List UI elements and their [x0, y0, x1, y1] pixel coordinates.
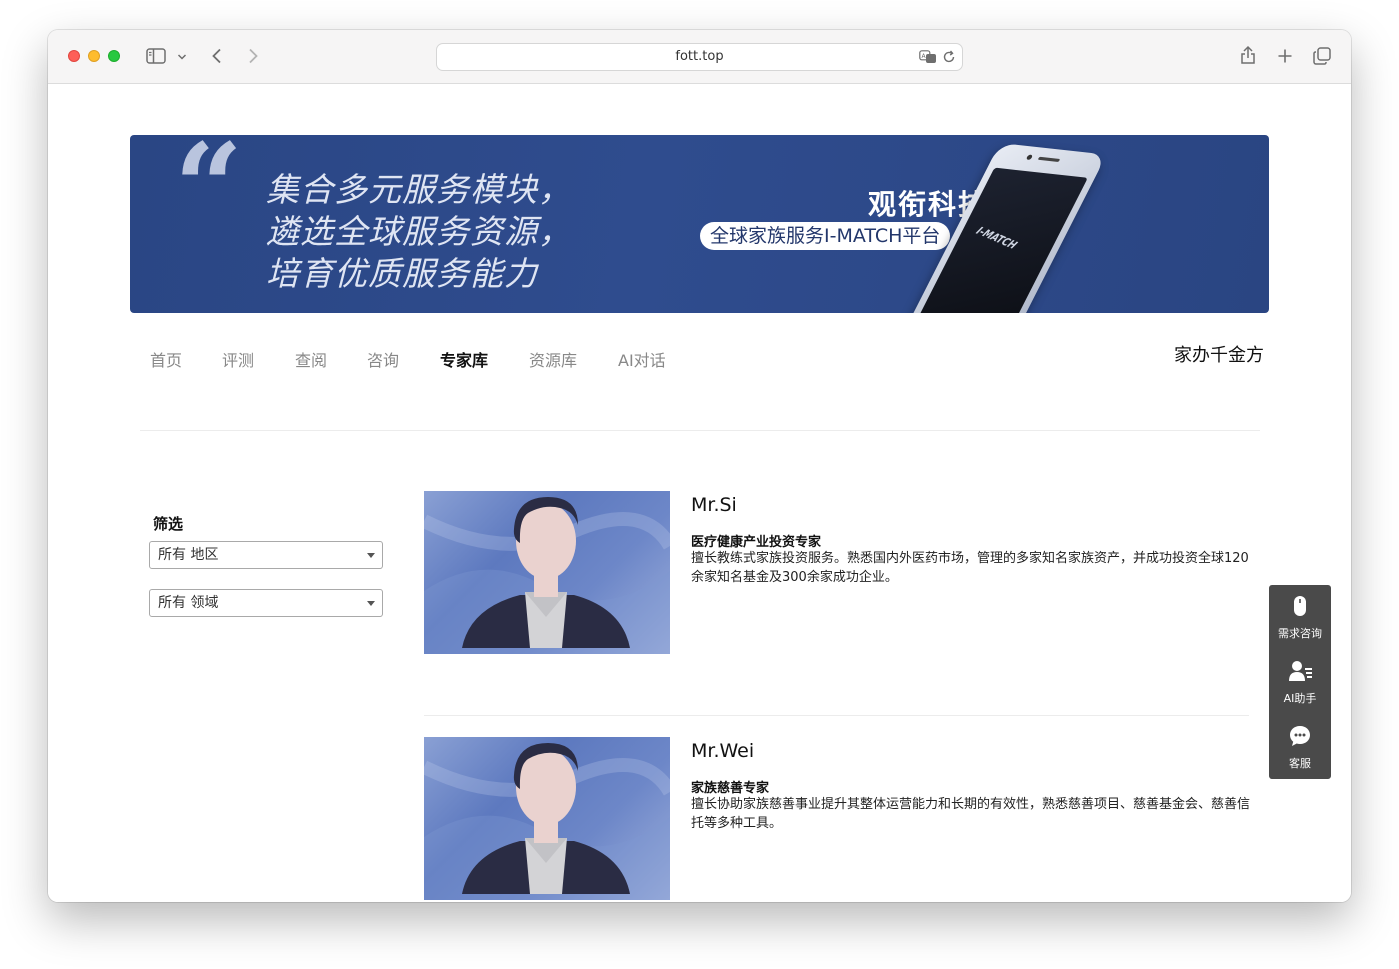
back-icon[interactable] — [208, 47, 226, 65]
nav-item-home[interactable]: 首页 — [150, 347, 182, 371]
nav-item-browse[interactable]: 查阅 — [295, 347, 327, 371]
side-item-consult[interactable]: 需求咨询 — [1269, 585, 1331, 649]
tab-overview-icon[interactable] — [1312, 46, 1332, 66]
expert-avatar[interactable] — [424, 737, 670, 900]
expert-role: 家族慈善专家 — [691, 781, 770, 796]
site-brand[interactable]: 家办千金方 — [1174, 341, 1264, 367]
region-select-value: 所有 地区 — [158, 547, 219, 563]
browser-window: fott.top A “ 集合多元服务模块， 遴选全球服务资源， 培育优质服务能… — [48, 30, 1351, 902]
user-list-icon — [1289, 660, 1312, 682]
side-item-label: 客服 — [1289, 757, 1311, 770]
phone-camera — [1025, 154, 1034, 161]
chevron-down-icon[interactable] — [176, 51, 188, 63]
url-text: fott.top — [675, 49, 724, 64]
chat-bubble-icon — [1289, 725, 1311, 747]
reload-icon[interactable] — [941, 49, 957, 65]
banner-slogan-line-3: 培育优质服务能力 — [266, 254, 538, 293]
forward-icon[interactable] — [244, 47, 262, 65]
field-select-value: 所有 领域 — [158, 595, 219, 611]
field-select[interactable]: 所有 领域 — [149, 589, 383, 617]
region-select[interactable]: 所有 地区 — [149, 541, 383, 569]
side-item-label: 需求咨询 — [1278, 627, 1322, 640]
address-bar[interactable]: fott.top A — [436, 43, 963, 71]
mouse-icon — [1289, 595, 1311, 617]
expert-name[interactable]: Mr.Wei — [691, 740, 754, 762]
quote-mark-icon: “ — [174, 135, 243, 258]
hero-banner[interactable]: “ 集合多元服务模块， 遴选全球服务资源， 培育优质服务能力 观衔科技 全球家族… — [130, 135, 1269, 313]
expert-description: 擅长协助家族慈善事业提升其整体运营能力和长期的有效性，熟悉慈善项目、慈善基金会、… — [691, 797, 1251, 831]
sidebar-toggle-icon[interactable] — [145, 47, 167, 65]
nav-item-consult[interactable]: 咨询 — [367, 347, 399, 371]
main-nav: 首页 评测 查阅 咨询 专家库 资源库 AI对话 家办千金方 — [140, 345, 1264, 431]
phone-screen-label: I-MATCH — [973, 225, 1019, 252]
floating-side-panel: 需求咨询 AI助手 客服 — [1269, 585, 1331, 779]
banner-slogan-line-2: 遴选全球服务资源， — [266, 212, 572, 251]
new-tab-icon[interactable] — [1275, 46, 1295, 66]
zoom-window-button[interactable] — [108, 50, 120, 62]
expert-divider — [424, 715, 1249, 716]
side-item-customer-service[interactable]: 客服 — [1269, 715, 1331, 779]
filter-title: 筛选 — [153, 515, 184, 533]
nav-item-assessment[interactable]: 评测 — [222, 347, 254, 371]
close-window-button[interactable] — [68, 50, 80, 62]
caret-down-icon — [367, 601, 375, 606]
share-icon[interactable] — [1238, 44, 1258, 66]
nav-item-resources[interactable]: 资源库 — [529, 347, 577, 371]
expert-role: 医疗健康产业投资专家 — [691, 535, 822, 550]
page-content: “ 集合多元服务模块， 遴选全球服务资源， 培育优质服务能力 观衔科技 全球家族… — [48, 84, 1351, 902]
expert-avatar[interactable] — [424, 491, 670, 654]
nav-item-experts[interactable]: 专家库 — [440, 347, 488, 371]
side-item-ai-assistant[interactable]: AI助手 — [1269, 650, 1331, 714]
caret-down-icon — [367, 553, 375, 558]
translate-icon[interactable]: A — [919, 49, 937, 65]
svg-text:A: A — [922, 53, 927, 60]
nav-item-ai-chat[interactable]: AI对话 — [618, 347, 666, 371]
expert-name[interactable]: Mr.Si — [691, 494, 737, 516]
banner-slogan-line-1: 集合多元服务模块， — [266, 170, 572, 209]
phone-speaker — [1037, 156, 1061, 163]
expert-description: 擅长教练式家族投资服务。熟悉国内外医药市场，管理的多家知名家族资产，并成功投资全… — [691, 551, 1249, 585]
side-item-label: AI助手 — [1283, 692, 1317, 705]
browser-titlebar: fott.top A — [48, 30, 1351, 84]
banner-platform-pill: 全球家族服务I-MATCH平台 — [700, 222, 951, 250]
minimize-window-button[interactable] — [88, 50, 100, 62]
